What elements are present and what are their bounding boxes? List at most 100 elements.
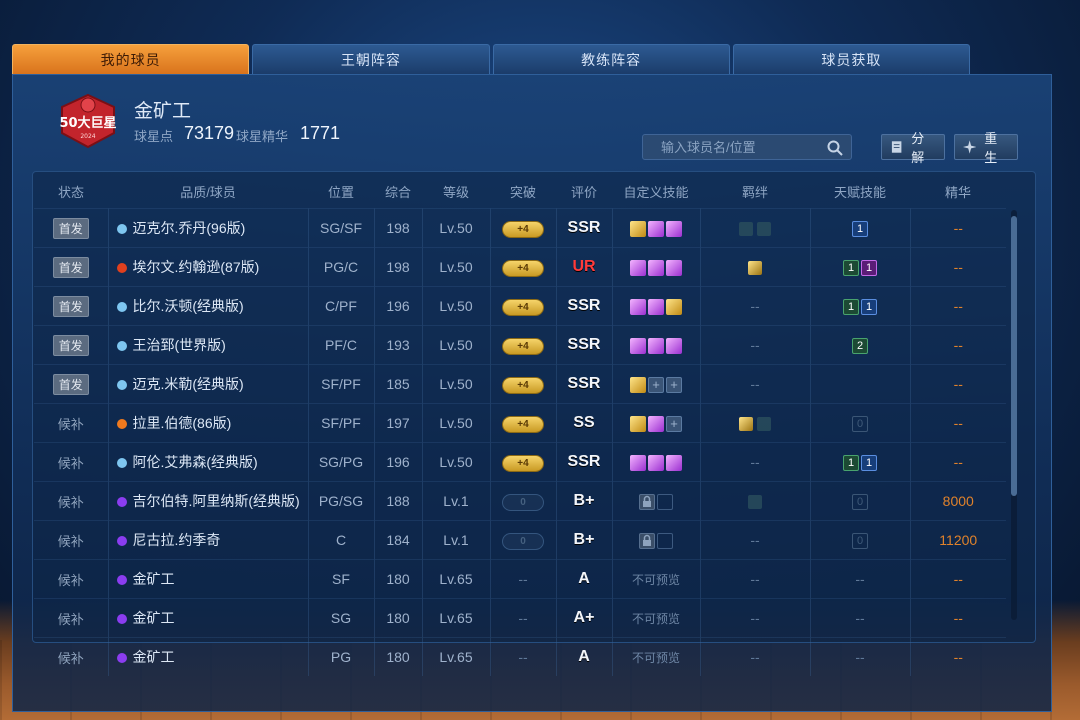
purple-skill-icon[interactable]	[648, 415, 664, 432]
purple-skill-icon[interactable]	[630, 298, 646, 315]
purple-skill-icon[interactable]	[630, 337, 646, 354]
talents-cell[interactable]: 0	[809, 481, 910, 521]
player-cell[interactable]: 埃尔文.约翰逊(87版)	[107, 247, 308, 287]
player-cell[interactable]: 金矿工	[107, 598, 308, 638]
bonds-cell[interactable]: --	[699, 364, 810, 404]
table-row[interactable]: 首发 埃尔文.约翰逊(87版) PG/C 198 Lv.50 +4 UR 1 1 --	[34, 247, 1006, 287]
lock-icon[interactable]	[639, 532, 655, 549]
custom-skills-cell[interactable]	[611, 325, 700, 365]
table-row[interactable]: 候补 拉里.伯德(86版) SF/PF 197 Lv.50 +4 SS +0 --	[34, 403, 1006, 443]
table-row[interactable]: 首发 迈克尔.乔丹(96版) SG/SF 198 Lv.50 +4 SSR 1 --	[34, 208, 1006, 248]
player-cell[interactable]: 迈克尔.乔丹(96版)	[107, 208, 308, 248]
purple-skill-icon[interactable]	[648, 259, 664, 276]
custom-skills-cell[interactable]: + +	[611, 364, 700, 404]
talent-level-badge[interactable]: 0	[852, 415, 868, 432]
bonds-cell[interactable]	[699, 247, 810, 287]
bonds-cell[interactable]: --	[699, 442, 810, 482]
bonds-cell[interactable]: --	[699, 520, 810, 560]
custom-skills-cell[interactable]	[611, 208, 700, 248]
purple-skill-icon[interactable]	[666, 259, 682, 276]
player-cell[interactable]: 尼古拉.约季奇	[107, 520, 308, 560]
talent-level-badge[interactable]: 1	[861, 454, 877, 471]
bonds-cell[interactable]: --	[699, 559, 810, 599]
tab-my-players[interactable]: 我的球员	[12, 44, 250, 74]
decompose-button[interactable]: 分解	[881, 131, 945, 165]
talent-level-badge[interactable]: 0	[852, 493, 868, 510]
talent-level-badge[interactable]: 1	[861, 259, 877, 276]
bond-inactive-icon[interactable]	[757, 222, 771, 237]
table-row[interactable]: 首发 比尔.沃顿(经典版) C/PF 196 Lv.50 +4 SSR -- 1 1 --	[34, 286, 1006, 326]
talents-cell[interactable]: --	[809, 598, 910, 638]
bonds-cell[interactable]: --	[699, 325, 810, 365]
player-cell[interactable]: 吉尔伯特.阿里纳斯(经典版)	[107, 481, 308, 521]
bonds-cell[interactable]: --	[699, 637, 810, 676]
player-name[interactable]: 吉尔伯特.阿里纳斯(经典版)	[133, 493, 300, 509]
custom-skills-cell[interactable]	[611, 481, 700, 521]
player-name[interactable]: 拉里.伯德(86版)	[133, 415, 232, 431]
purple-skill-icon[interactable]	[648, 337, 664, 354]
bond-active-icon[interactable]	[739, 417, 753, 432]
bond-active-icon[interactable]	[748, 261, 762, 276]
custom-skills-cell[interactable]: 不可预览	[611, 598, 700, 638]
rebirth-button[interactable]: 重生	[954, 131, 1018, 165]
talent-level-badge[interactable]: 1	[843, 454, 859, 471]
purple-skill-icon[interactable]	[666, 337, 682, 354]
empty-skill-slot[interactable]	[657, 532, 673, 549]
talents-cell[interactable]: 11	[809, 286, 910, 326]
bonds-cell[interactable]: --	[699, 286, 810, 326]
talent-level-badge[interactable]: 1	[861, 298, 877, 315]
bond-inactive-icon[interactable]	[739, 222, 753, 237]
player-name[interactable]: 迈克.米勒(经典版)	[133, 376, 244, 392]
custom-skills-cell[interactable]	[611, 286, 700, 326]
table-row[interactable]: 候补 吉尔伯特.阿里纳斯(经典版) PG/SG 188 Lv.1 0 B+ 0 8000	[34, 481, 1006, 521]
custom-skills-cell[interactable]: 不可预览	[611, 559, 700, 599]
talents-cell[interactable]: 1	[809, 208, 910, 248]
player-cell[interactable]: 金矿工	[107, 559, 308, 599]
player-name[interactable]: 阿伦.艾弗森(经典版)	[133, 454, 258, 470]
talents-cell[interactable]: 11	[809, 247, 910, 287]
table-row[interactable]: 候补 尼古拉.约季奇 C 184 Lv.1 0 B+ -- 0 11200	[34, 520, 1006, 560]
talents-cell[interactable]: 2	[809, 325, 910, 365]
col-header-position[interactable]: 位置	[308, 174, 374, 209]
talents-cell[interactable]: 11	[809, 442, 910, 482]
talents-cell[interactable]	[809, 364, 910, 404]
bond-inactive-icon[interactable]	[757, 417, 771, 432]
scrollbar-thumb[interactable]	[1011, 216, 1017, 496]
talent-level-badge[interactable]: 2	[852, 337, 868, 354]
add-skill-icon[interactable]: +	[666, 376, 682, 393]
add-skill-icon[interactable]: +	[666, 415, 682, 432]
tab-player-acquire[interactable]: 球员获取	[732, 44, 970, 74]
lock-icon[interactable]	[639, 493, 655, 510]
purple-skill-icon[interactable]	[648, 220, 664, 237]
player-name[interactable]: 埃尔文.约翰逊(87版)	[133, 259, 260, 275]
gold-skill-icon[interactable]	[630, 376, 646, 393]
bonds-cell[interactable]	[699, 403, 810, 443]
table-row[interactable]: 首发 迈克.米勒(经典版) SF/PF 185 Lv.50 +4 SSR + + -- --	[34, 364, 1006, 404]
purple-skill-icon[interactable]	[648, 298, 664, 315]
purple-skill-icon[interactable]	[648, 454, 664, 471]
custom-skills-cell[interactable]	[611, 247, 700, 287]
col-header-rating[interactable]: 评价	[556, 174, 612, 209]
table-row[interactable]: 候补 金矿工 SG 180 Lv.65 -- A+ 不可预览 -- -- --	[34, 598, 1006, 638]
talents-cell[interactable]: --	[809, 559, 910, 599]
player-name[interactable]: 王治郅(世界版)	[133, 337, 226, 353]
player-name[interactable]: 金矿工	[133, 610, 175, 626]
col-header-overall[interactable]: 综合	[374, 174, 422, 209]
gold-skill-icon[interactable]	[666, 298, 682, 315]
search-icon[interactable]	[827, 140, 843, 156]
gold-skill-icon[interactable]	[630, 415, 646, 432]
talent-level-badge[interactable]: 1	[843, 259, 859, 276]
empty-skill-slot[interactable]	[657, 493, 673, 510]
table-row[interactable]: 候补 金矿工 PG 180 Lv.65 -- A 不可预览 -- -- --	[34, 637, 1006, 676]
player-cell[interactable]: 金矿工	[107, 637, 308, 676]
col-header-breakthrough[interactable]: 突破	[490, 174, 556, 209]
add-skill-icon[interactable]: +	[648, 376, 664, 393]
tab-coach-lineup[interactable]: 教练阵容	[492, 44, 730, 74]
col-header-essence[interactable]: 精华	[910, 174, 1006, 209]
col-header-level[interactable]: 等级	[422, 174, 490, 209]
col-header-player[interactable]: 品质/球员	[108, 174, 308, 209]
talent-level-badge[interactable]: 1	[852, 220, 868, 237]
table-row[interactable]: 候补 金矿工 SF 180 Lv.65 -- A 不可预览 -- -- --	[34, 559, 1006, 599]
talent-level-badge[interactable]: 0	[852, 532, 868, 549]
gold-skill-icon[interactable]	[630, 220, 646, 237]
